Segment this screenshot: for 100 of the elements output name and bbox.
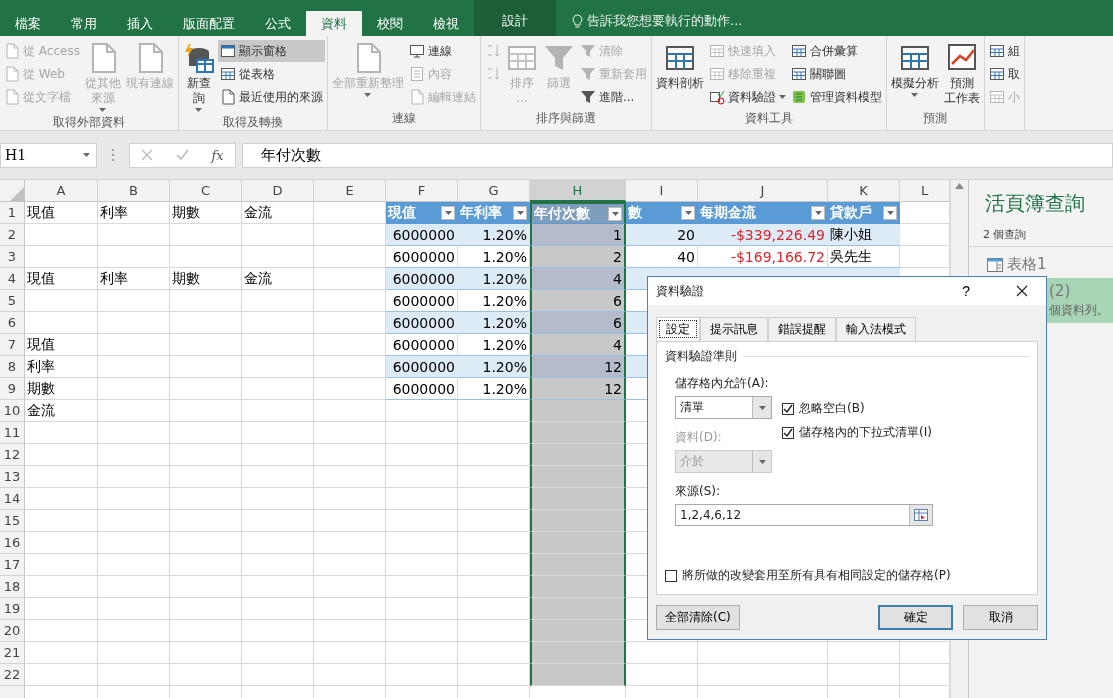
ribbon-tab[interactable]: 插入 bbox=[112, 12, 168, 36]
ribbon-button[interactable]: 最近使用的來源 bbox=[217, 86, 325, 108]
row-header[interactable]: 18 bbox=[0, 576, 25, 598]
filter-button[interactable] bbox=[681, 205, 695, 220]
row-header[interactable]: 9 bbox=[0, 378, 25, 400]
tell-me-field[interactable]: 告訴我您想要執行的動作... bbox=[556, 12, 743, 36]
ribbon-tab[interactable]: 檔案 bbox=[0, 12, 56, 36]
row-header[interactable]: 22 bbox=[0, 664, 25, 686]
row-header[interactable]: 11 bbox=[0, 422, 25, 444]
dialog-tab[interactable]: 輸入法模式 bbox=[836, 317, 916, 341]
allow-dropdown[interactable]: 清單 bbox=[675, 396, 772, 419]
ribbon-button[interactable]: 組 bbox=[986, 40, 1022, 62]
ribbon-button[interactable]: 顯示窗格 bbox=[217, 40, 325, 62]
ribbon-tab[interactable]: 公式 bbox=[250, 12, 306, 36]
ribbon-button[interactable]: 進階... bbox=[577, 86, 649, 108]
column-header[interactable]: B bbox=[98, 180, 170, 202]
row-header[interactable]: 14 bbox=[0, 488, 25, 510]
table-header-cell: 貸款戶 bbox=[828, 202, 900, 224]
ribbon-tab[interactable]: 設計 bbox=[474, 0, 556, 36]
dialog-button[interactable]: 全部清除(C) bbox=[656, 605, 740, 630]
filter-button[interactable] bbox=[441, 205, 455, 220]
ribbon-tab[interactable]: 版面配置 bbox=[168, 12, 250, 36]
checkbox-label[interactable]: 儲存格內的下拉式清單(I) bbox=[799, 424, 932, 441]
dialog-button[interactable]: 確定 bbox=[878, 605, 953, 630]
drag-handle-icon[interactable] bbox=[111, 148, 115, 162]
ribbon-button[interactable]: 資料驗證 bbox=[706, 86, 788, 108]
insert-function-button[interactable]: fx bbox=[211, 147, 224, 163]
table-cell: 6000000 bbox=[386, 268, 458, 290]
table-cell bbox=[242, 466, 314, 488]
column-header[interactable]: L bbox=[900, 180, 950, 202]
ribbon-button[interactable]: 管理資料模型 bbox=[788, 86, 884, 108]
filter-button[interactable] bbox=[883, 205, 897, 220]
column-header[interactable]: C bbox=[170, 180, 242, 202]
name-box[interactable]: H1 bbox=[0, 142, 97, 168]
formula-field[interactable]: 年付次數 bbox=[242, 142, 1113, 168]
ribbon-button[interactable]: 新查 詢 bbox=[180, 40, 217, 114]
column-header[interactable]: H bbox=[530, 180, 626, 202]
checkbox[interactable] bbox=[782, 426, 794, 439]
row-header[interactable]: 12 bbox=[0, 444, 25, 466]
caret-icon bbox=[99, 108, 107, 112]
ribbon-button[interactable]: 關聯圖 bbox=[788, 63, 884, 85]
ribbon-button[interactable]: 資料剖析 bbox=[653, 40, 706, 110]
filter-button[interactable] bbox=[513, 205, 527, 220]
column-header[interactable]: A bbox=[25, 180, 98, 202]
column-header[interactable]: F bbox=[386, 180, 458, 202]
checkbox-label[interactable]: 忽略空白(B) bbox=[799, 400, 865, 417]
table-cell: 40 bbox=[626, 246, 698, 268]
ribbon-button[interactable]: 合併彙算 bbox=[788, 40, 884, 62]
row-header[interactable]: 1 bbox=[0, 202, 25, 224]
ribbon-button[interactable]: 從表格 bbox=[217, 63, 325, 85]
dialog-button[interactable]: 取消 bbox=[963, 605, 1038, 630]
column-header[interactable]: K bbox=[828, 180, 900, 202]
column-header[interactable]: D bbox=[242, 180, 314, 202]
column-header[interactable]: E bbox=[314, 180, 386, 202]
row-header[interactable]: 21 bbox=[0, 642, 25, 664]
column-header[interactable]: G bbox=[458, 180, 530, 202]
ribbon-button[interactable]: 連線 bbox=[406, 40, 478, 62]
ribbon-tab[interactable]: 常用 bbox=[56, 12, 112, 36]
ribbon-tab[interactable]: 校閱 bbox=[362, 12, 418, 36]
row-header[interactable]: 7 bbox=[0, 334, 25, 356]
table-icon bbox=[987, 257, 1003, 272]
range-picker-icon[interactable] bbox=[914, 509, 928, 521]
table-cell bbox=[242, 642, 314, 664]
column-header[interactable]: J bbox=[698, 180, 828, 202]
help-button[interactable]: ? bbox=[956, 282, 976, 300]
row-header[interactable]: 17 bbox=[0, 554, 25, 576]
query-item[interactable]: 表格1 bbox=[969, 251, 1113, 278]
table-cell bbox=[242, 400, 314, 422]
table-cell bbox=[314, 400, 386, 422]
source-field[interactable]: 1,2,4,6,12 bbox=[675, 504, 933, 526]
row-header[interactable]: 6 bbox=[0, 312, 25, 334]
row-header[interactable]: 2 bbox=[0, 224, 25, 246]
row-header[interactable]: 13 bbox=[0, 466, 25, 488]
row-header[interactable]: 19 bbox=[0, 598, 25, 620]
checkbox[interactable] bbox=[665, 569, 677, 582]
row-header[interactable]: 16 bbox=[0, 532, 25, 554]
scroll-up-icon[interactable] bbox=[955, 183, 964, 189]
row-header[interactable]: 10 bbox=[0, 400, 25, 422]
row-header[interactable]: 15 bbox=[0, 510, 25, 532]
checkbox[interactable] bbox=[782, 402, 794, 415]
column-header[interactable]: I bbox=[626, 180, 698, 202]
row-header[interactable]: 20 bbox=[0, 620, 25, 642]
table-icon bbox=[790, 66, 807, 82]
dialog-tab[interactable]: 錯誤提醒 bbox=[768, 317, 836, 341]
ribbon-tab[interactable]: 檢視 bbox=[418, 12, 474, 36]
ribbon-button[interactable]: 預測 工作表 bbox=[941, 40, 982, 110]
row-header[interactable]: 8 bbox=[0, 356, 25, 378]
row-header[interactable]: 4 bbox=[0, 268, 25, 290]
row-header[interactable]: 5 bbox=[0, 290, 25, 312]
ribbon-tab[interactable]: 資料 bbox=[306, 11, 362, 36]
checkbox-label[interactable]: 將所做的改變套用至所有具有相同設定的儲存格(P) bbox=[682, 567, 951, 584]
filter-button[interactable] bbox=[608, 206, 622, 221]
section-title: 資料驗證準則 bbox=[665, 348, 737, 365]
ribbon-button[interactable]: 模擬分析 bbox=[888, 40, 941, 110]
dialog-tab[interactable]: 提示訊息 bbox=[700, 317, 768, 341]
filter-button[interactable] bbox=[811, 205, 825, 220]
row-header[interactable]: 3 bbox=[0, 246, 25, 268]
table-cell bbox=[828, 664, 900, 686]
dialog-tab[interactable]: 設定 bbox=[656, 317, 700, 341]
ribbon-button[interactable]: 取 bbox=[986, 63, 1022, 85]
